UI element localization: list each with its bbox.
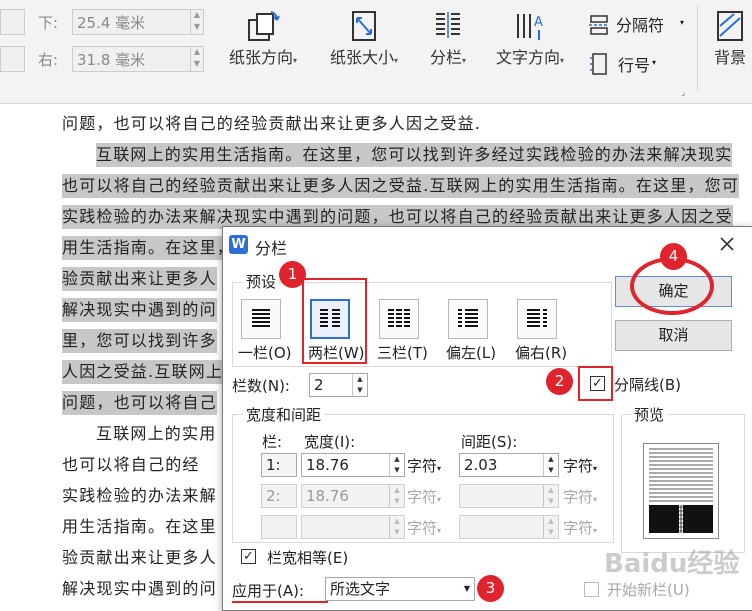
ribbon-divider <box>697 6 698 90</box>
document-line: 问题，也可以将自己的经验贡献出来让更多人因之受益. <box>62 114 482 133</box>
equal-width-label: 栏宽相等(E) <box>267 549 349 567</box>
baidu-watermark: Baidu经验 <box>604 549 740 579</box>
margin-top-stepper[interactable] <box>0 9 25 35</box>
margin-bottom-input[interactable]: 25.4 毫米 ▲ ▼ <box>72 9 204 35</box>
width-unit-1[interactable]: 字符▾ <box>407 455 441 476</box>
text-direction-icon: A <box>517 14 543 40</box>
svg-text:A: A <box>534 15 543 30</box>
separator-icon <box>589 15 609 35</box>
spacing-unit-1[interactable]: 字符▾ <box>563 455 597 476</box>
background-button[interactable]: 背景 <box>708 8 752 68</box>
width-spacing-label: 宽度和间距 <box>243 404 325 425</box>
annotation-badge-3: 3 <box>477 575 504 602</box>
dialog-title: 分栏 <box>255 239 288 258</box>
annotation-badge-4: 4 <box>660 243 687 270</box>
document-line-selected: 验贡献出来让更多人 <box>62 267 217 291</box>
preset-label-three: 三栏(T) <box>377 344 428 362</box>
text-direction-button[interactable]: A 文字方向▾ <box>487 8 573 68</box>
width-header: 宽度(I): <box>304 433 356 451</box>
width-unit-2[interactable]: 字符▾ <box>407 486 441 507</box>
right-column-icon <box>527 309 547 327</box>
document-line: 验贡献出来让更多人 <box>62 548 217 567</box>
column-index-1: 1: <box>261 453 297 477</box>
columns-count-label: 栏数(N): <box>232 377 290 395</box>
document-line-selected: 也可以将自己的经验贡献出来让更多人因之受益.互联网上的实用生活指南。在这里，您可 <box>62 174 740 198</box>
preset-left[interactable] <box>448 299 488 339</box>
orientation-button[interactable]: 纸张方向▾ <box>220 8 306 68</box>
close-icon[interactable] <box>719 236 735 252</box>
preset-label-right: 偏右(R) <box>515 344 568 362</box>
preset-label-one: 一栏(O) <box>238 344 292 362</box>
equal-width-checkbox[interactable]: ✓ <box>241 549 256 564</box>
columns-count-stepper[interactable]: 2 ▲ ▼ <box>309 373 368 397</box>
preset-right[interactable] <box>517 299 557 339</box>
margin-bottom-label: 下: <box>38 14 59 32</box>
margin-left-stepper[interactable] <box>0 46 25 72</box>
line-number-icon <box>590 53 607 75</box>
orientation-icon <box>248 11 280 41</box>
annotation-badge-2: 2 <box>546 368 573 395</box>
margin-right-input[interactable]: 31.8 毫米 ▲ ▼ <box>72 46 204 72</box>
document-line-selected: 互联网上的实用生活指南。在这里，您可以找到许多经过实践检验的办法来解决现实 <box>96 143 733 167</box>
column-spacing-input-2[interactable]: ▲ ▼ <box>459 484 559 508</box>
group-launcher-icon[interactable]: ⌟ <box>681 88 685 98</box>
document-line: 实践检验的办法来解 <box>62 486 217 505</box>
three-columns-icon <box>388 309 410 327</box>
column-spacing-input-3[interactable]: ▲ ▼ <box>459 515 559 539</box>
one-column-icon <box>252 309 270 327</box>
document-line-selected: 问题，也可以将自己 <box>62 391 217 415</box>
column-width-input-2[interactable]: 18.76 ▲ ▼ <box>301 484 405 508</box>
margin-right-label: 右: <box>38 51 59 69</box>
preset-three-columns[interactable] <box>379 299 419 339</box>
document-line: 也可以将自己的经 <box>62 455 200 474</box>
background-icon <box>717 11 743 41</box>
presets-label: 预设 <box>243 271 280 292</box>
spacing-unit-2[interactable]: 字符▾ <box>563 486 597 507</box>
document-line: 用生活指南。在这里 <box>62 517 217 536</box>
column-spacing-input-1[interactable]: 2.03 ▲ ▼ <box>459 453 559 477</box>
document-line: 互联网上的实用 <box>96 424 217 443</box>
columns-icon <box>436 12 460 38</box>
ribbon-toolbar: 下: 25.4 毫米 ▲ ▼ 右: 31.8 毫米 ▲ ▼ 纸张方向▾ 纸张大小▾ … <box>0 0 752 104</box>
preset-label-left: 偏左(L) <box>446 344 497 362</box>
preview-page <box>643 443 719 539</box>
new-column-checkbox[interactable] <box>584 582 599 597</box>
apply-to-underline <box>232 601 328 603</box>
apply-to-label: 应用于(A): <box>232 582 305 600</box>
column-index-2: 2: <box>261 484 297 508</box>
document-line-selected: 里，您可以找到许多 <box>62 329 217 353</box>
annotation-highlight-separator <box>578 366 613 401</box>
column-width-input-3[interactable]: ▲ ▼ <box>301 515 405 539</box>
document-line-selected: 解决现实中遇到的问 <box>62 298 217 322</box>
column-width-input-1[interactable]: 18.76 ▲ ▼ <box>301 453 405 477</box>
left-column-icon <box>458 309 478 327</box>
document-line: 解决现实中遇到的问 <box>62 579 217 598</box>
separator-line-label: 分隔线(B) <box>614 376 681 394</box>
preview-label: 预览 <box>631 404 668 425</box>
width-unit-3[interactable]: 字符▾ <box>407 517 441 538</box>
annotation-highlight-two-columns <box>302 278 367 364</box>
wps-logo-icon: W <box>229 235 248 254</box>
column-index-3 <box>261 515 297 539</box>
annotation-badge-1: 1 <box>279 261 306 288</box>
document-line-selected: 人因之受益.互联网上 <box>62 360 224 384</box>
paper-size-button[interactable]: 纸张大小▾ <box>320 8 408 68</box>
preset-one-column[interactable] <box>241 299 281 339</box>
columns-button[interactable]: 分栏▾ <box>418 8 478 68</box>
document-line-selected: 用生活指南。在这里， <box>62 236 235 260</box>
column-header: 栏: <box>262 433 283 451</box>
spacing-unit-3[interactable]: 字符▾ <box>563 517 597 538</box>
cancel-button[interactable]: 取消 <box>615 320 732 351</box>
spacing-header: 间距(S): <box>461 433 518 451</box>
new-column-label: 开始新栏(U) <box>607 581 690 599</box>
apply-to-select[interactable]: 所选文字 ▼ <box>325 577 475 601</box>
paper-size-icon <box>352 11 376 41</box>
